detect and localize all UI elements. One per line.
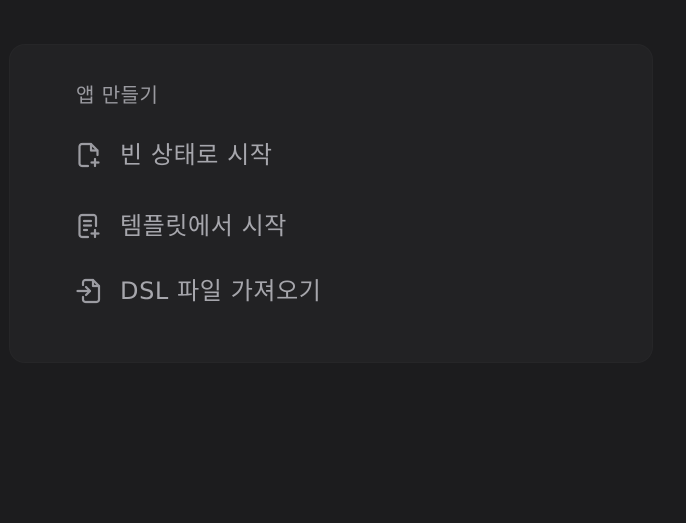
start-from-template-label: 템플릿에서 시작 (120, 212, 287, 240)
start-blank-button[interactable]: 빈 상태로 시작 (74, 138, 273, 172)
create-app-panel: 앱 만들기 빈 상태로 시작 템플릿에서 시작 DSL 파일 가져오기 (9, 44, 653, 363)
file-plus-icon (74, 140, 104, 170)
import-dsl-file-label: DSL 파일 가져오기 (120, 277, 322, 305)
file-text-plus-icon (74, 211, 104, 241)
start-blank-label: 빈 상태로 시작 (120, 141, 273, 169)
panel-title: 앱 만들기 (76, 83, 159, 107)
file-import-icon (74, 276, 104, 306)
start-from-template-button[interactable]: 템플릿에서 시작 (74, 209, 287, 243)
import-dsl-file-button[interactable]: DSL 파일 가져오기 (74, 274, 321, 308)
